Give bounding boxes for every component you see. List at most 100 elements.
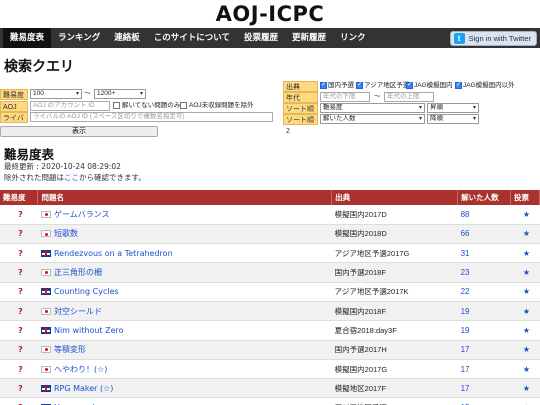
source-cell: 模擬国内2017G <box>331 359 458 380</box>
problem-link[interactable]: RPG Maker (☆) <box>54 384 113 393</box>
twitter-signin-label: Sign in with Twitter <box>468 34 531 43</box>
source-cell: 国内予選2018F <box>331 262 458 283</box>
source-jag-domestic-checkbox[interactable] <box>406 81 413 89</box>
excluded-link[interactable]: ここ <box>64 173 79 182</box>
aoj-id-input[interactable]: AOJ のアカウント ID <box>30 101 110 111</box>
year-lower-input[interactable]: 年代の下限 <box>320 92 370 102</box>
navbar: 難易度表 ランキング 連絡板 このサイトについて 投票履歴 更新履歴 リンク t… <box>0 28 540 48</box>
difficulty-min-select[interactable]: 100 <box>30 89 82 99</box>
uk-flag-icon <box>40 326 51 334</box>
solved-count-link[interactable]: 19 <box>457 320 511 341</box>
header-source[interactable]: 出典 <box>331 190 459 205</box>
problem-link[interactable]: 対空シールド <box>54 307 102 316</box>
twitter-signin-button[interactable]: t Sign in with Twitter <box>449 31 537 46</box>
difficulty-cell: ? <box>0 262 38 283</box>
excluded-note: 除外された問題はここから確認できます。 <box>0 172 540 183</box>
difficulty-cell: ? <box>0 397 38 405</box>
solved-count-link[interactable]: 66 <box>457 224 511 245</box>
nav-about[interactable]: このサイトについて <box>147 28 237 48</box>
solved-count-link[interactable]: 23 <box>457 262 511 283</box>
problem-link[interactable]: 正三角形の柵 <box>54 268 102 277</box>
vote-icon[interactable]: ★ <box>510 359 540 380</box>
nav-vote-history[interactable]: 投票履歴 <box>237 28 285 48</box>
nav-difficulty-table[interactable]: 難易度表 <box>3 28 52 48</box>
vote-icon[interactable]: ★ <box>510 320 540 341</box>
problem-link[interactable]: へやわり！(☆) <box>54 365 107 374</box>
sort1-key-select[interactable]: 難易度 <box>320 103 425 113</box>
problem-name-cell: ゲームバランス <box>37 205 332 225</box>
sort1-label: ソート順1 <box>283 103 318 124</box>
problem-link[interactable]: Counting Cycles <box>54 287 119 296</box>
problem-name-cell: Nim without Zero <box>37 320 332 341</box>
solved-count-link[interactable]: 88 <box>457 205 511 225</box>
uk-flag-icon <box>40 249 51 257</box>
sort2-key-select[interactable]: 解いた人数 <box>320 114 425 124</box>
source-asia-checkbox[interactable] <box>356 81 363 89</box>
search-query-form: 難易度 100 〜 1200+ AOJ AOJ のアカウント ID 解いてない問… <box>0 81 540 137</box>
rival-id-input[interactable]: ライバルの AOJ ID (スペース区切りで複数名指定可) <box>30 112 273 122</box>
source-cell: 模擬国内2017D <box>331 205 458 225</box>
vote-icon[interactable]: ★ <box>510 205 540 225</box>
solved-count-link[interactable]: 17 <box>457 340 511 360</box>
difficulty-cell: ? <box>0 243 38 264</box>
solved-count-link[interactable]: 17 <box>457 378 511 399</box>
vote-icon[interactable]: ★ <box>510 282 540 302</box>
problem-link[interactable]: 等積変形 <box>54 345 86 354</box>
japan-flag-icon <box>40 230 51 238</box>
source-jag-other-checkbox[interactable] <box>455 81 462 89</box>
uk-flag-icon <box>40 384 51 392</box>
unsolved-only-checkbox[interactable] <box>113 102 120 109</box>
table-row: ? 対空シールド 模擬国内2018F 19 ★ <box>0 301 540 322</box>
source-jag-other-label: JAG模擬国内以外 <box>463 82 515 89</box>
problem-name-cell: Homework <box>37 397 332 405</box>
header-vote[interactable]: 投票 <box>510 190 540 205</box>
source-asia-label: アジア地区予選 <box>364 82 410 89</box>
uk-flag-icon <box>40 288 51 296</box>
nav-links[interactable]: リンク <box>333 28 373 48</box>
solved-count-link[interactable]: 31 <box>457 243 511 264</box>
exclude-unregistered-checkbox[interactable] <box>180 102 187 109</box>
header-problem-name[interactable]: 問題名 <box>37 190 333 205</box>
difficulty-max-select[interactable]: 1200+ <box>94 89 146 99</box>
sort1-order-select[interactable]: 昇順 <box>427 103 479 113</box>
nav-board[interactable]: 連絡板 <box>107 28 147 48</box>
year-label: 年代 <box>283 92 318 103</box>
solved-count-link[interactable]: 17 <box>457 359 511 380</box>
nav-ranking[interactable]: ランキング <box>51 28 107 48</box>
excluded-suffix: から確認できます。 <box>79 173 146 182</box>
problem-name-cell: 対空シールド <box>37 301 332 322</box>
difficulty-range-sep: 〜 <box>84 90 91 97</box>
difficulty-cell: ? <box>0 224 38 245</box>
nav-update-history[interactable]: 更新履歴 <box>285 28 333 48</box>
submit-button[interactable]: 表示 <box>0 126 158 137</box>
problem-link[interactable]: Nim without Zero <box>54 326 124 335</box>
japan-flag-icon <box>40 269 51 277</box>
vote-icon[interactable]: ★ <box>510 397 540 405</box>
difficulty-cell: ? <box>0 301 38 322</box>
last-updated: 最終更新 : 2020-10-24 08:29:02 <box>4 162 121 171</box>
problem-link[interactable]: Rendezvous on a Tetrahedron <box>54 249 173 258</box>
japan-flag-icon <box>40 210 51 218</box>
year-upper-input[interactable]: 年代の上限 <box>384 92 434 102</box>
sort2-order-select[interactable]: 降順 <box>427 114 479 124</box>
source-jag-domestic-label: JAG模擬国内 <box>414 82 453 89</box>
solved-count-link[interactable]: 22 <box>457 282 511 302</box>
vote-icon[interactable]: ★ <box>510 224 540 245</box>
header-solved-count[interactable]: 解いた人数 <box>457 190 511 205</box>
vote-icon[interactable]: ★ <box>510 243 540 264</box>
table-header-row: 難易度 問題名 出典 解いた人数 投票 <box>0 190 540 205</box>
vote-icon[interactable]: ★ <box>510 378 540 399</box>
problem-link[interactable]: 短歌数 <box>54 229 78 238</box>
vote-icon[interactable]: ★ <box>510 301 540 322</box>
solved-count-link[interactable]: 15 <box>457 397 511 405</box>
problem-link[interactable]: ゲームバランス <box>54 210 110 219</box>
table-row: ? Counting Cycles アジア地区予選2017K 22 ★ <box>0 282 540 302</box>
vote-icon[interactable]: ★ <box>510 340 540 360</box>
source-cell: アジア地区予選2017G <box>331 243 458 264</box>
source-domestic-checkbox[interactable] <box>320 81 327 89</box>
header-difficulty[interactable]: 難易度 <box>0 190 39 205</box>
vote-icon[interactable]: ★ <box>510 262 540 283</box>
source-cell: 模擬国内2018D <box>331 224 458 245</box>
solved-count-link[interactable]: 19 <box>457 301 511 322</box>
year-range-sep: 〜 <box>374 93 381 100</box>
